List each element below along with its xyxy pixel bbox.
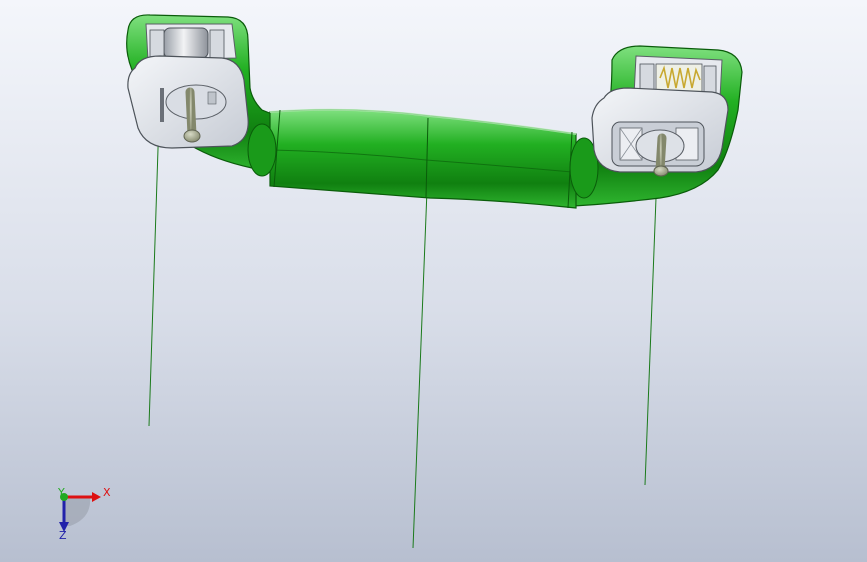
right-pin-head [653,165,669,177]
guide-line-left [148,117,160,427]
z-axis-label: Z [59,529,67,542]
x-axis-label: X [103,486,111,499]
left-pin-head [183,129,201,143]
left-pin [185,87,197,140]
triad-shadow [64,497,91,526]
right-pin [655,133,667,175]
left-roller [163,27,209,59]
y-axis-label: Y [58,486,65,499]
axis-triad[interactable] [59,492,101,532]
model-scene[interactable] [0,0,867,562]
3d-viewport[interactable]: X Y Z [0,0,867,562]
center-grip [269,109,577,209]
guide-line-right [644,171,658,486]
guide-line-center [412,189,428,549]
